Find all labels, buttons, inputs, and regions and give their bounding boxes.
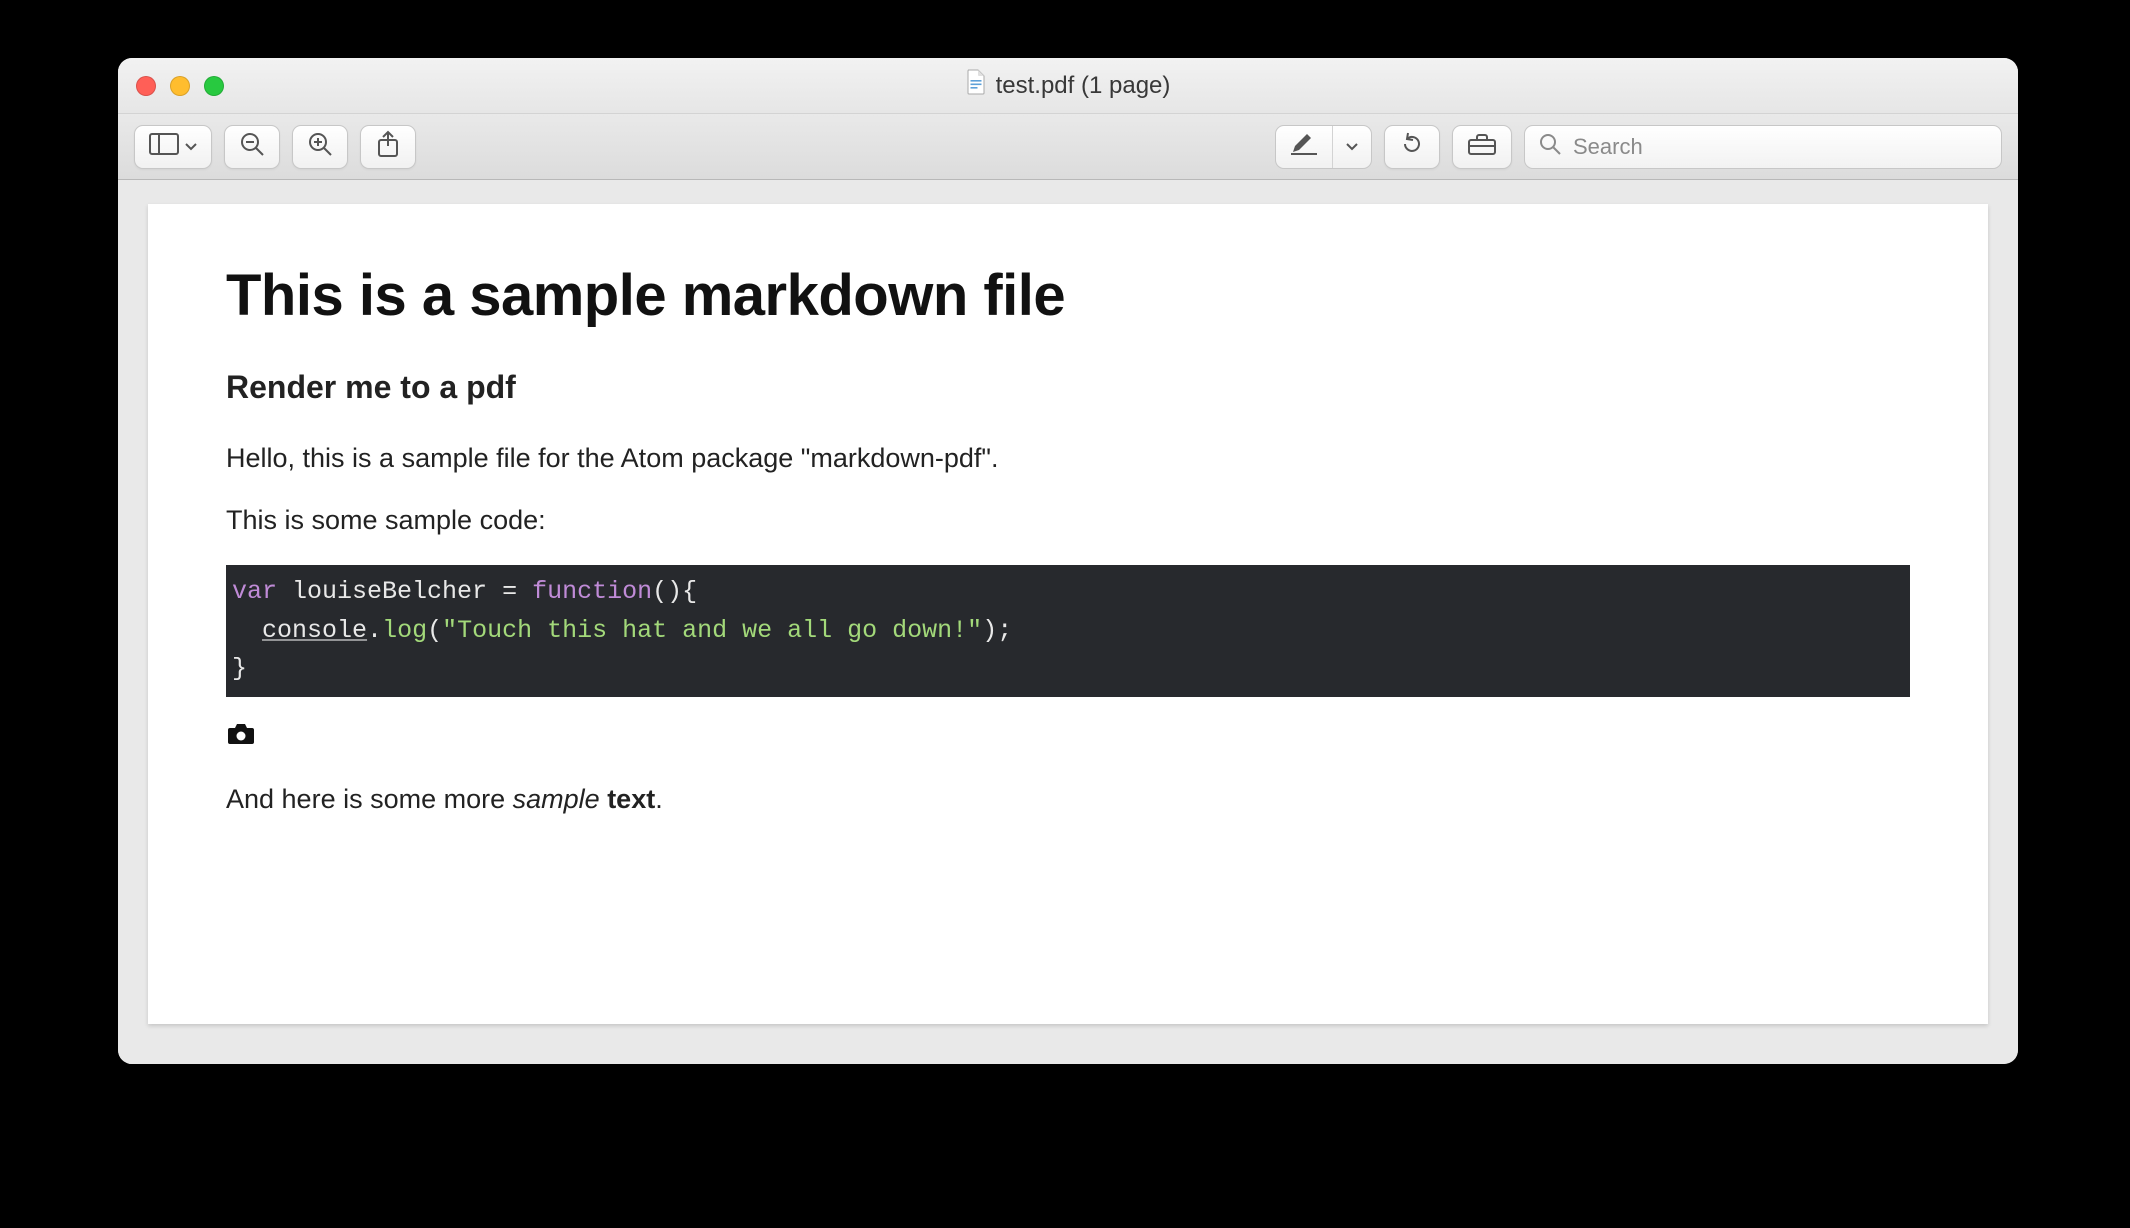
zoom-in-icon bbox=[307, 131, 333, 162]
highlighter-icon bbox=[1290, 133, 1318, 160]
camera-icon bbox=[227, 720, 255, 753]
code-var-name: louiseBelcher bbox=[292, 577, 487, 606]
zoom-in-button[interactable] bbox=[292, 125, 348, 169]
toolbar bbox=[118, 114, 2018, 180]
italic-text: sample bbox=[513, 784, 600, 814]
code-method: log bbox=[382, 616, 427, 645]
search-input[interactable] bbox=[1571, 133, 1987, 161]
sidebar-icon bbox=[149, 133, 179, 160]
share-icon bbox=[377, 130, 399, 163]
highlight-menu-button[interactable] bbox=[1333, 126, 1371, 168]
page-h1: This is a sample markdown file bbox=[226, 262, 1910, 329]
code-kw-function: function bbox=[532, 577, 652, 606]
rotate-left-icon bbox=[1399, 131, 1425, 162]
close-button[interactable] bbox=[136, 76, 156, 96]
zoom-out-button[interactable] bbox=[224, 125, 280, 169]
minimize-button[interactable] bbox=[170, 76, 190, 96]
code-block: var louiseBelcher = function(){ console.… bbox=[226, 565, 1910, 697]
missing-image-placeholder bbox=[226, 721, 256, 751]
page-h2: Render me to a pdf bbox=[226, 369, 1910, 406]
document-viewport[interactable]: This is a sample markdown file Render me… bbox=[118, 180, 2018, 1064]
zoom-out-icon bbox=[239, 131, 265, 162]
rotate-button[interactable] bbox=[1384, 125, 1440, 169]
code-kw-var: var bbox=[232, 577, 277, 606]
bold-text: text bbox=[607, 784, 655, 814]
titlebar: test.pdf (1 page) bbox=[118, 58, 2018, 114]
markup-toolbar-button[interactable] bbox=[1452, 125, 1512, 169]
code-console-obj: console bbox=[262, 616, 367, 645]
preview-window: test.pdf (1 page) bbox=[118, 58, 2018, 1064]
paragraph-1: Hello, this is a sample file for the Ato… bbox=[226, 440, 1910, 476]
chevron-down-icon bbox=[185, 138, 197, 156]
paragraph-2: This is some sample code: bbox=[226, 502, 1910, 538]
desktop: test.pdf (1 page) bbox=[0, 0, 2130, 1228]
search-field-wrapper[interactable] bbox=[1524, 125, 2002, 169]
chevron-down-icon bbox=[1346, 138, 1358, 156]
sidebar-view-button[interactable] bbox=[134, 125, 212, 169]
window-title: test.pdf (1 page) bbox=[996, 72, 1171, 100]
pdf-page: This is a sample markdown file Render me… bbox=[148, 204, 1988, 1024]
code-string: "Touch this hat and we all go down!" bbox=[442, 616, 982, 645]
highlight-segment bbox=[1275, 125, 1372, 169]
traffic-lights bbox=[136, 58, 224, 113]
document-icon bbox=[966, 69, 986, 102]
search-icon bbox=[1539, 133, 1561, 160]
window-title-group: test.pdf (1 page) bbox=[966, 69, 1171, 102]
share-button[interactable] bbox=[360, 125, 416, 169]
fullscreen-button[interactable] bbox=[204, 76, 224, 96]
highlight-button[interactable] bbox=[1276, 126, 1333, 168]
paragraph-3: And here is some more sample text. bbox=[226, 781, 1910, 817]
toolbox-icon bbox=[1467, 132, 1497, 161]
